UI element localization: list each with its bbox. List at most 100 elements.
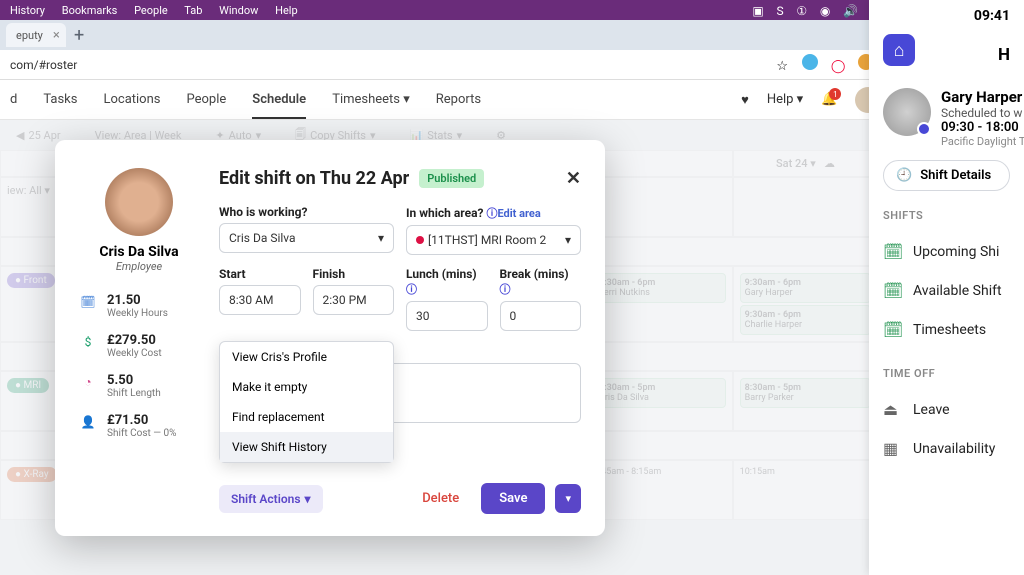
app-tile-icon[interactable]: ⌂ (883, 34, 915, 66)
li-leave[interactable]: ⏏Leave (883, 390, 1010, 429)
who-select[interactable]: Cris Da Silva▾ (219, 223, 394, 253)
save-more-button[interactable]: ▾ (555, 484, 581, 513)
modal-title: Edit shift on Thu 22 Apr (219, 168, 409, 189)
tray-icon[interactable]: ◉ (820, 4, 830, 18)
volume-icon[interactable]: 🔊 (843, 4, 858, 18)
shift-actions-menu: View Cris's Profile Make it empty Find r… (219, 341, 394, 463)
nav-schedule[interactable]: Schedule (252, 92, 306, 119)
shift-actions-button[interactable]: Shift Actions ▾ (219, 485, 323, 513)
info-icon[interactable]: ⓘ (500, 283, 511, 296)
status-dot-icon (917, 122, 931, 136)
url-field[interactable]: com/#roster (10, 58, 766, 72)
calendar-icon: 🗓 (883, 281, 901, 300)
help-dropdown[interactable]: Help ▾ (767, 92, 803, 107)
menubar-left: History Bookmarks People Tab Window Help (10, 4, 312, 17)
info-icon[interactable]: ⓘ (486, 207, 497, 220)
stat-weekly-hours: 🗓 21.50Weekly Hours (79, 293, 199, 319)
right-sidepanel: 09:41 ⌂ H Gary Harper Scheduled to w 09:… (869, 0, 1024, 575)
ext-icon[interactable]: ◯ (830, 59, 846, 75)
edit-area-link[interactable]: Edit area (497, 207, 540, 220)
user-shift-time: 09:30 - 18:00 (941, 120, 1024, 135)
calendar-icon: 🗓 (79, 293, 97, 311)
section-shifts: SHIFTS (883, 209, 1010, 222)
delete-button[interactable]: Delete (410, 484, 471, 513)
menu-bookmarks[interactable]: Bookmarks (62, 4, 118, 17)
nav-locations[interactable]: Locations (103, 92, 160, 108)
menu-make-empty[interactable]: Make it empty (220, 372, 393, 402)
menu-view-history[interactable]: View Shift History (220, 432, 393, 462)
finish-input[interactable]: 2:30 PM (313, 285, 395, 315)
start-input[interactable]: 8:30 AM (219, 285, 301, 315)
label-start: Start (219, 267, 301, 281)
info-icon[interactable]: ⓘ (406, 283, 417, 296)
break-input[interactable]: 0 (500, 301, 582, 331)
li-timesheets[interactable]: 🗓Timesheets (883, 310, 1010, 349)
clock-icon: ◔ (79, 373, 97, 391)
menu-window[interactable]: Window (219, 4, 258, 17)
user-name: Gary Harper (941, 88, 1024, 106)
calendar-icon: 🗓 (883, 320, 901, 339)
menu-find-replacement[interactable]: Find replacement (220, 402, 393, 432)
li-available-shifts[interactable]: 🗓Available Shift (883, 271, 1010, 310)
chevron-down-icon: ▾ (565, 233, 571, 247)
chevron-down-icon: ▾ (378, 231, 384, 245)
panel-heading: H (998, 45, 1010, 65)
label-lunch: Lunch (mins) ⓘ (406, 267, 488, 297)
user-card[interactable]: Gary Harper Scheduled to w 09:30 - 18:00… (883, 88, 1010, 148)
nav-items: d Tasks Locations People Schedule Timesh… (10, 92, 481, 108)
close-icon[interactable]: ✕ (566, 168, 581, 189)
label-break: Break (mins) ⓘ (500, 267, 582, 297)
tray-icon[interactable]: S (776, 4, 783, 18)
form-column: Edit shift on Thu 22 Apr Published ✕ Who… (219, 168, 581, 514)
tray-icon[interactable]: ① (796, 4, 807, 18)
ext-icon[interactable] (802, 54, 818, 70)
bell-icon[interactable]: 🔔1 (821, 92, 837, 107)
person-icon: 👤 (79, 413, 97, 431)
calendar-icon: 🗓 (883, 242, 901, 261)
leave-icon: ⏏ (883, 400, 901, 419)
user-subtitle: Scheduled to w (941, 106, 1024, 120)
li-unavailability[interactable]: ▦Unavailability (883, 429, 1010, 468)
nav-timesheets[interactable]: Timesheets ▾ (332, 92, 410, 108)
li-upcoming-shifts[interactable]: 🗓Upcoming Shi (883, 232, 1010, 271)
menu-view-profile[interactable]: View Cris's Profile (220, 342, 393, 372)
menu-history[interactable]: History (10, 4, 45, 17)
star-icon[interactable]: ☆ (774, 59, 790, 75)
tray-icon[interactable]: ▣ (752, 4, 763, 18)
dollar-icon: $ (79, 333, 97, 351)
new-tab-button[interactable]: + (74, 25, 84, 46)
nav-tasks[interactable]: Tasks (43, 92, 77, 108)
published-badge: Published (419, 169, 484, 188)
unavailability-icon: ▦ (883, 439, 901, 458)
menu-people[interactable]: People (134, 4, 168, 17)
employee-column: Cris Da Silva Employee 🗓 21.50Weekly Hou… (79, 168, 199, 514)
heart-icon[interactable]: ♥ (741, 92, 749, 108)
menu-tab[interactable]: Tab (184, 4, 202, 17)
label-area: In which area? ⓘEdit area (406, 205, 581, 221)
stat-shift-length: ◔ 5.50Shift Length (79, 373, 199, 399)
device-clock: 09:41 (883, 8, 1010, 24)
tab-title: eputy (16, 29, 43, 42)
menu-help[interactable]: Help (275, 4, 298, 17)
close-tab-icon[interactable]: × (53, 28, 60, 43)
stat-weekly-cost: $ £279.50Weekly Cost (79, 333, 199, 359)
nav-reports[interactable]: Reports (436, 92, 481, 108)
save-button[interactable]: Save (481, 483, 545, 514)
lunch-input[interactable]: 30 (406, 301, 488, 331)
browser-tab[interactable]: eputy × (6, 23, 66, 47)
employee-name: Cris Da Silva (79, 244, 199, 260)
storefront-icon: ⌂ (894, 40, 905, 61)
edit-shift-modal: Cris Da Silva Employee 🗓 21.50Weekly Hou… (55, 140, 605, 536)
area-select[interactable]: [11THST] MRI Room 2▾ (406, 225, 581, 255)
label-who: Who is working? (219, 205, 394, 219)
user-avatar (883, 88, 931, 136)
clock-icon: 🕘 (896, 168, 912, 183)
section-timeoff: TIME OFF (883, 367, 1010, 380)
stat-shift-cost: 👤 £71.50Shift Cost — 0% (79, 413, 199, 439)
shift-details-pill[interactable]: 🕘Shift Details (883, 160, 1010, 191)
employee-role: Employee (79, 260, 199, 273)
label-finish: Finish (313, 267, 395, 281)
nav-people[interactable]: People (186, 92, 226, 108)
nav-item[interactable]: d (10, 92, 17, 108)
employee-avatar[interactable] (105, 168, 173, 236)
